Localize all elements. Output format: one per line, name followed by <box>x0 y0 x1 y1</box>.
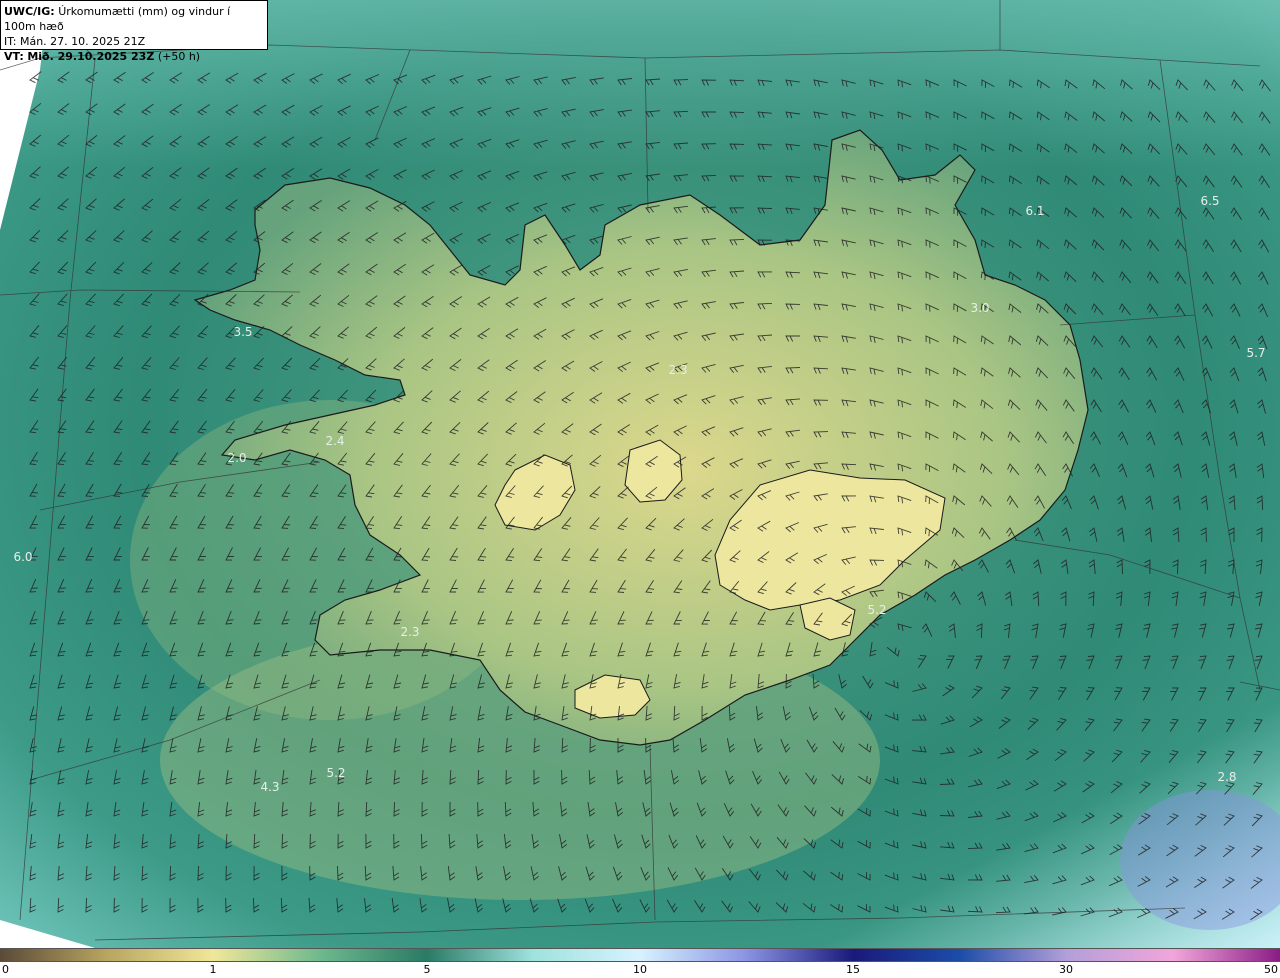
value-label: 5.2 <box>326 766 346 780</box>
colorbar-tick: 5 <box>423 963 431 976</box>
value-label: 2.3 <box>400 625 420 639</box>
map-header: UWC/IG: Úrkomumætti (mm) og vindur í 100… <box>0 0 268 63</box>
value-label: 4.3 <box>260 780 280 794</box>
colorbar-tick: 15 <box>846 963 860 976</box>
value-label: 3.5 <box>233 325 253 339</box>
value-label: 6.0 <box>13 550 33 564</box>
value-label: 2.3 <box>668 363 688 377</box>
value-label: 5.2 <box>867 603 887 617</box>
valid-time: Mið. 29.10.2025 23Z <box>27 50 155 63</box>
valid-prefix: VT: <box>4 50 24 63</box>
value-label: 3.0 <box>970 301 990 315</box>
colorbar-tick: 10 <box>633 963 647 976</box>
model-name: UWC/IG: <box>4 5 55 18</box>
colorbar-tick: 1 <box>209 963 217 976</box>
forecast-offset: (+50 h) <box>157 50 201 63</box>
value-label: 2.4 <box>325 434 345 448</box>
map-stage: UWC/IG: Úrkomumætti (mm) og vindur í 100… <box>0 0 1280 978</box>
value-label: 2.8 <box>1217 770 1237 784</box>
value-label: 5.7 <box>1246 346 1266 360</box>
colorbar-tick: 0 <box>2 963 9 976</box>
colorbar-tick: 30 <box>1059 963 1073 976</box>
colorbar <box>0 948 1280 962</box>
precipitation-map <box>0 0 1280 948</box>
value-label: 2.0 <box>227 451 247 465</box>
init-time: IT: Mán. 27. 10. 2025 21Z <box>4 35 146 48</box>
colorbar-tick: 50 <box>1264 963 1278 976</box>
value-label: 6.1 <box>1025 204 1045 218</box>
valid-time-line: VT: Mið. 29.10.2025 23Z (+50 h) <box>4 49 264 64</box>
value-label: 6.5 <box>1200 194 1220 208</box>
title-line: UWC/IG: Úrkomumætti (mm) og vindur í 100… <box>4 4 264 34</box>
